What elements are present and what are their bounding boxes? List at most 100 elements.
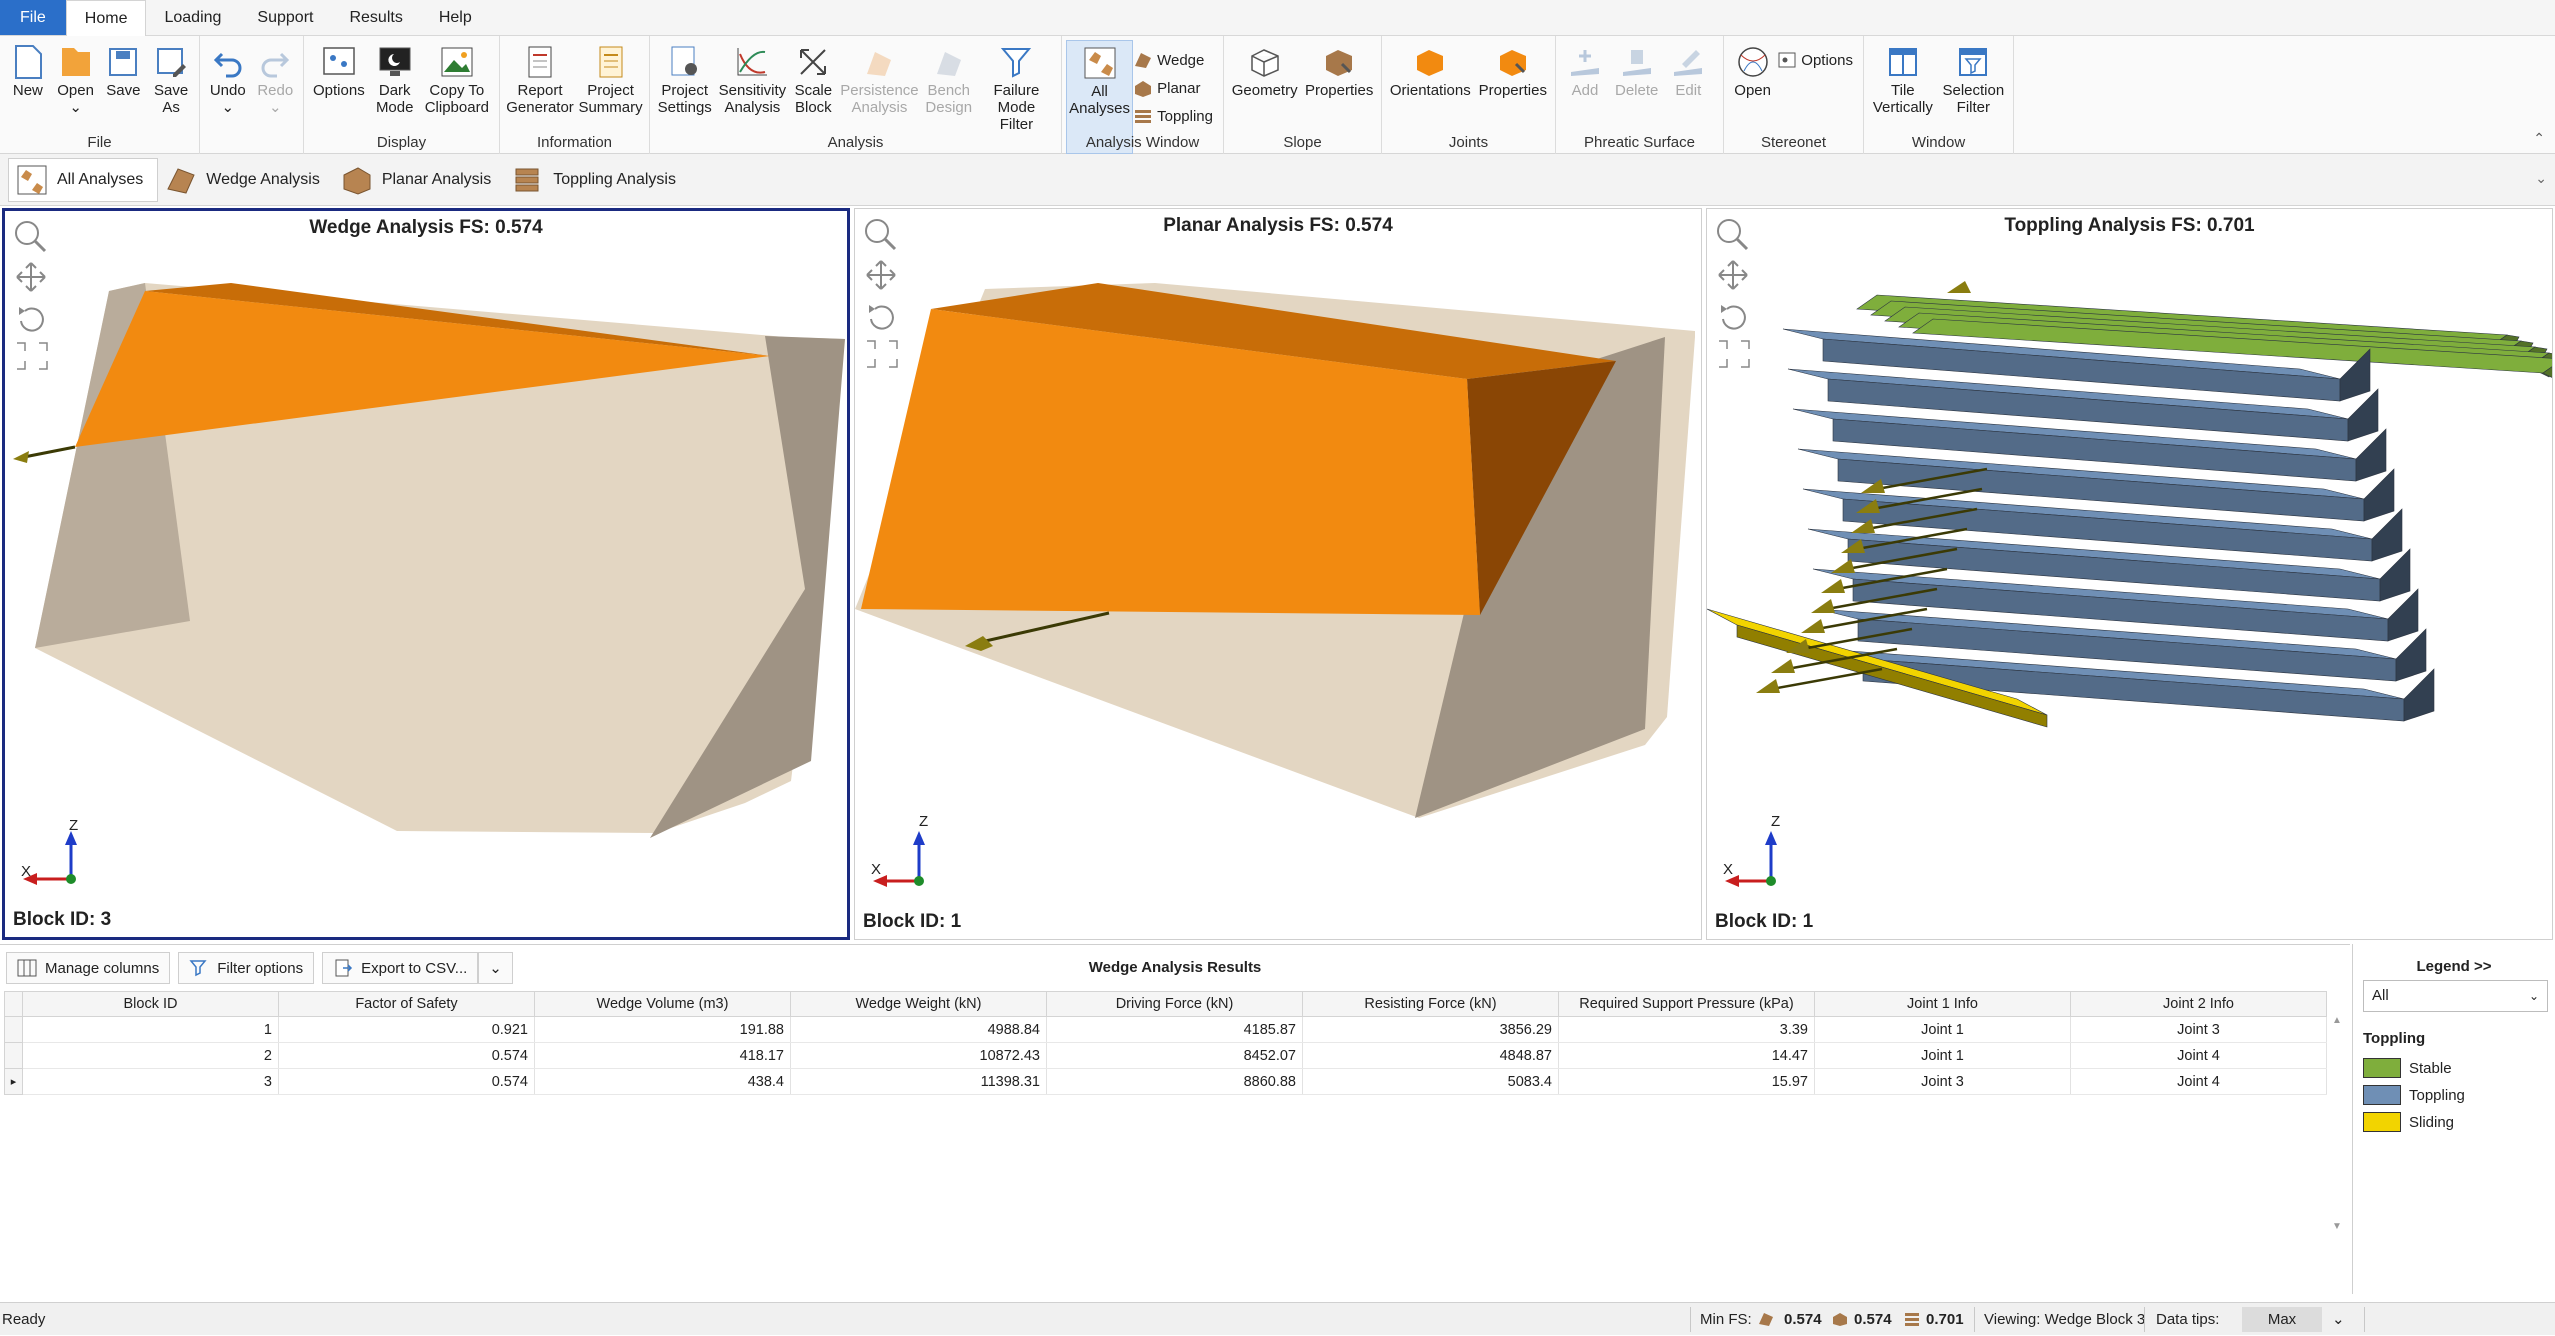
tab-planar-analysis[interactable]: Planar Analysis: [334, 158, 505, 202]
data-tips-dropdown-icon[interactable]: ⌄: [2332, 1303, 2345, 1336]
table-cell[interactable]: 11398.31: [790, 1068, 1047, 1095]
table-row[interactable]: ▸ 3 0.574 438.4 11398.31 8860.88 5083.4 …: [4, 1068, 2327, 1095]
zoom-icon[interactable]: [865, 219, 897, 251]
planar-window-button[interactable]: Planar: [1133, 74, 1219, 102]
table-cell[interactable]: Joint 3: [1814, 1068, 2071, 1095]
column-header[interactable]: Driving Force (kN): [1046, 991, 1303, 1017]
collapse-ribbon-icon[interactable]: ⌃: [2533, 130, 2545, 147]
table-cell[interactable]: 5083.4: [1302, 1068, 1559, 1095]
current-row-indicator[interactable]: ▸: [4, 1068, 23, 1095]
undo-dropdown-icon[interactable]: ⌄: [221, 99, 234, 116]
wedge-3d-scene[interactable]: [5, 211, 847, 937]
table-cell[interactable]: 4988.84: [790, 1016, 1047, 1043]
results-table: Block ID Factor of Safety Wedge Volume (…: [4, 991, 2327, 1095]
pan-icon[interactable]: [16, 262, 46, 292]
menu-help[interactable]: Help: [421, 0, 490, 35]
table-cell[interactable]: 3856.29: [1302, 1016, 1559, 1043]
tab-all-analyses[interactable]: All Analyses: [8, 157, 159, 202]
table-cell[interactable]: 4185.87: [1046, 1016, 1303, 1043]
table-cell[interactable]: 418.17: [534, 1042, 791, 1069]
table-cell[interactable]: Joint 1: [1814, 1042, 2071, 1069]
status-separator: [1690, 1307, 1691, 1332]
wedge-tab-icon: [167, 167, 195, 194]
table-cell[interactable]: 191.88: [534, 1016, 791, 1043]
table-cell[interactable]: Joint 1: [1814, 1016, 2071, 1043]
table-cell[interactable]: 14.47: [1558, 1042, 1815, 1069]
rotate-icon[interactable]: [1721, 305, 1746, 330]
row-header[interactable]: [4, 1016, 23, 1043]
planar-3d-scene[interactable]: [855, 209, 1701, 939]
wedge-window-button[interactable]: Wedge: [1133, 46, 1219, 74]
ribbon-group-analysis-window: All Analyses Wedge Planar Toppling Analy…: [1062, 36, 1224, 154]
table-cell[interactable]: 2: [22, 1042, 279, 1069]
rotate-icon[interactable]: [869, 305, 894, 330]
table-cell[interactable]: Joint 4: [2070, 1068, 2327, 1095]
table-cell[interactable]: Joint 3: [2070, 1016, 2327, 1043]
column-header[interactable]: Block ID: [22, 991, 279, 1017]
table-cell[interactable]: 10872.43: [790, 1042, 1047, 1069]
table-cell[interactable]: 4848.87: [1302, 1042, 1559, 1069]
column-header[interactable]: Wedge Weight (kN): [790, 991, 1047, 1017]
zoom-extents-icon[interactable]: [867, 340, 898, 368]
force-arrow-head: [1947, 281, 1971, 293]
zoom-icon[interactable]: [1717, 219, 1749, 251]
rotate-icon[interactable]: [19, 307, 44, 332]
menu-file[interactable]: File: [0, 0, 66, 35]
menu-results[interactable]: Results: [331, 0, 420, 35]
scroll-down-icon[interactable]: ▼: [2332, 1221, 2342, 1232]
table-cell[interactable]: 8452.07: [1046, 1042, 1303, 1069]
legend-filter-select[interactable]: All ⌄: [2363, 980, 2548, 1012]
table-cell[interactable]: Joint 4: [2070, 1042, 2327, 1069]
zoom-extents-icon[interactable]: [17, 342, 48, 370]
legend-toggle[interactable]: Legend >>: [2353, 958, 2555, 975]
table-cell[interactable]: 0.921: [278, 1016, 535, 1043]
table-scrollbar[interactable]: ▲ ▼: [2332, 1015, 2346, 1235]
column-header[interactable]: Factor of Safety: [278, 991, 535, 1017]
save-as-icon: [151, 42, 191, 82]
data-tips-select[interactable]: Max: [2242, 1307, 2322, 1332]
toppling-3d-scene[interactable]: [1707, 209, 2552, 939]
options-icon: [319, 42, 359, 82]
table-cell[interactable]: 1: [22, 1016, 279, 1043]
table-cell[interactable]: 438.4: [534, 1068, 791, 1095]
row-header[interactable]: [4, 1042, 23, 1069]
menu-home[interactable]: Home: [65, 0, 147, 37]
planar-viewport[interactable]: Planar Analysis FS: 0.574 Block ID: 1 Z …: [854, 208, 1702, 940]
toppling-window-button[interactable]: Toppling: [1133, 102, 1219, 130]
bench-icon: [929, 42, 969, 82]
pan-icon[interactable]: [866, 260, 896, 290]
table-row[interactable]: 2 0.574 418.17 10872.43 8452.07 4848.87 …: [4, 1042, 2327, 1069]
column-header[interactable]: Required Support Pressure (kPa): [1558, 991, 1815, 1017]
stereonet-options-button[interactable]: Options: [1777, 46, 1859, 74]
table-cell[interactable]: 3.39: [1558, 1016, 1815, 1043]
column-header[interactable]: Joint 1 Info: [1814, 991, 2071, 1017]
menu-support[interactable]: Support: [239, 0, 331, 35]
tab-wedge-analysis[interactable]: Wedge Analysis: [158, 158, 334, 202]
orientations-icon: [1410, 42, 1450, 82]
undo-button[interactable]: Undo ⌄: [204, 40, 252, 154]
table-cell[interactable]: 15.97: [1558, 1068, 1815, 1095]
redo-button[interactable]: Redo ⌄: [252, 40, 300, 154]
column-header[interactable]: Wedge Volume (m3): [534, 991, 791, 1017]
axis-z-label: Z: [919, 813, 929, 830]
table-cell[interactable]: 8860.88: [1046, 1068, 1303, 1095]
menu-loading[interactable]: Loading: [146, 0, 239, 35]
table-cell[interactable]: 0.574: [278, 1042, 535, 1069]
open-dropdown-icon[interactable]: ⌄: [69, 99, 82, 116]
zoom-extents-icon[interactable]: [1719, 340, 1750, 368]
scroll-up-icon[interactable]: ▲: [2332, 1015, 2342, 1026]
column-header[interactable]: Joint 2 Info: [2070, 991, 2327, 1017]
summary-icon: [591, 42, 631, 82]
redo-dropdown-icon[interactable]: ⌄: [269, 99, 282, 116]
zoom-icon[interactable]: [15, 221, 47, 253]
table-row[interactable]: 1 0.921 191.88 4988.84 4185.87 3856.29 3…: [4, 1016, 2327, 1043]
wedge-viewport[interactable]: Wedge Analysis FS: 0.574 Block ID: 3 Z X: [2, 208, 850, 940]
ribbon-group-label-analysis: Analysis: [827, 134, 884, 151]
tab-overflow-icon[interactable]: ⌄: [2535, 170, 2547, 187]
toppling-viewport[interactable]: Toppling Analysis FS: 0.701 Block ID: 1 …: [1706, 208, 2553, 940]
table-cell[interactable]: 0.574: [278, 1068, 535, 1095]
pan-icon[interactable]: [1718, 260, 1748, 290]
table-cell[interactable]: 3: [22, 1068, 279, 1095]
column-header[interactable]: Resisting Force (kN): [1302, 991, 1559, 1017]
tab-toppling-analysis[interactable]: Toppling Analysis: [505, 158, 690, 202]
